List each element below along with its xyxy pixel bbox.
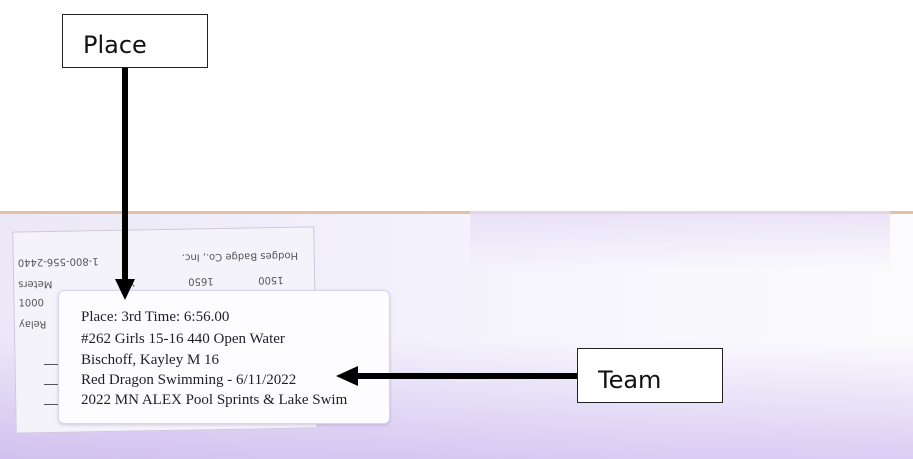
place-arrowhead xyxy=(115,279,135,300)
annotation-arrows xyxy=(115,68,577,386)
team-arrowhead xyxy=(336,366,358,386)
